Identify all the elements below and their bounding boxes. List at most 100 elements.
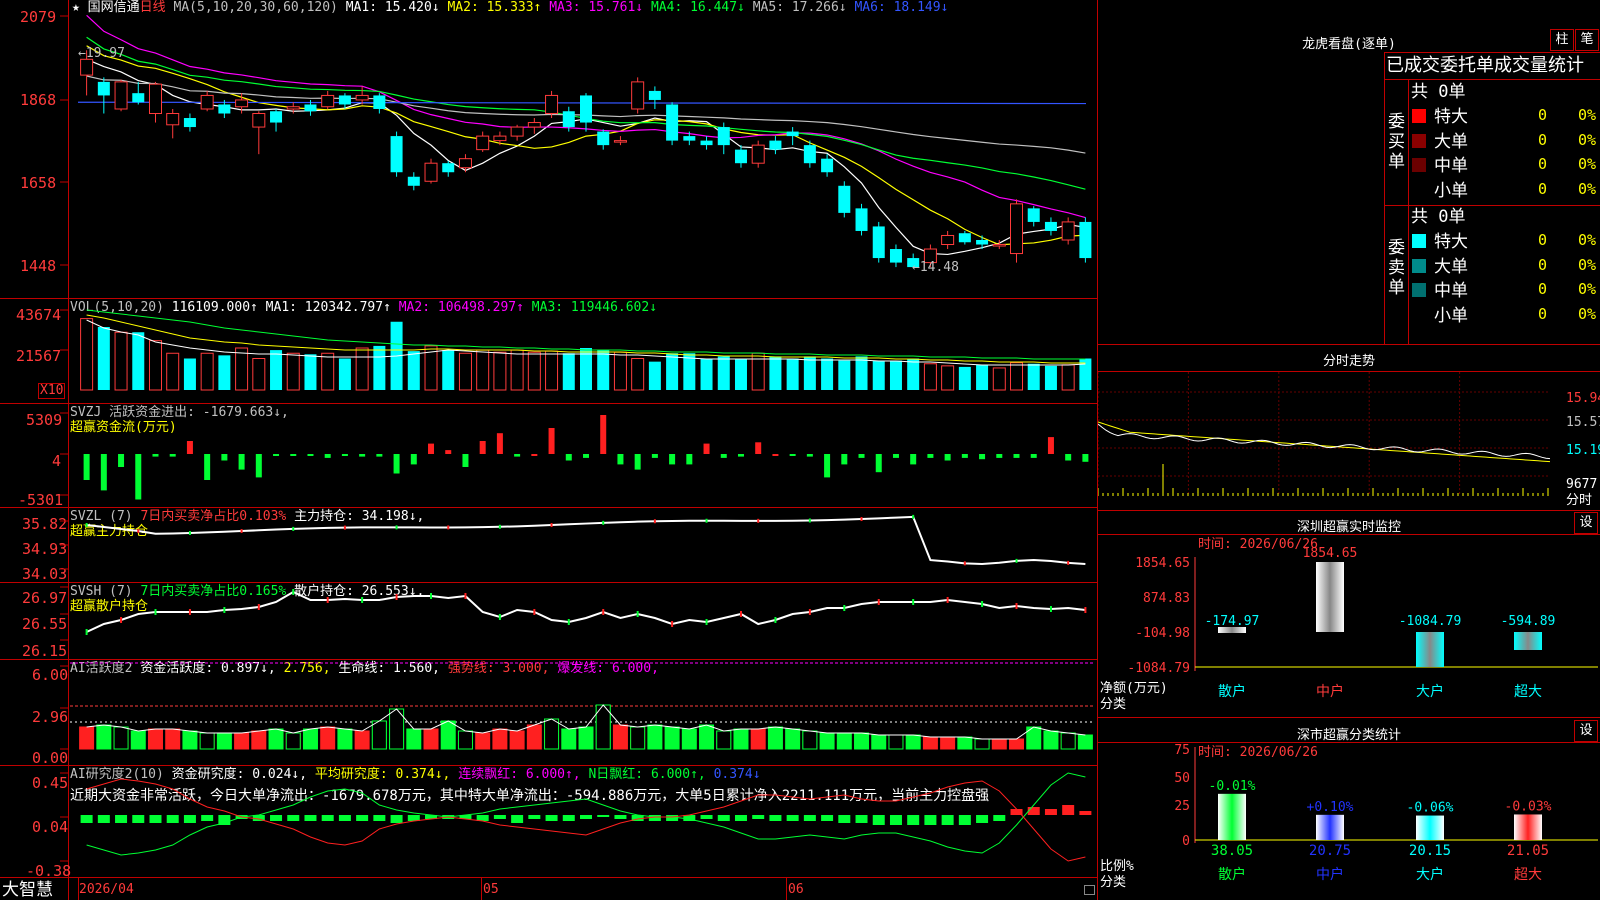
volume-bar <box>200 352 214 391</box>
volume-bar <box>338 358 351 390</box>
fund-flow-bar <box>204 454 211 480</box>
fund-flow-bar <box>514 454 521 457</box>
monitor-bar-rect <box>1514 632 1542 650</box>
candle-body <box>751 144 765 164</box>
candle <box>286 102 300 114</box>
candle-body <box>648 90 661 100</box>
volume-bar <box>442 350 455 390</box>
candle <box>97 77 110 114</box>
candle-body <box>458 158 472 169</box>
bar-view-button[interactable]: 柱 <box>1550 29 1574 51</box>
candle <box>821 154 834 177</box>
ai-research-chart[interactable] <box>0 765 1098 877</box>
volume-bar <box>1061 364 1075 391</box>
candle <box>373 93 386 114</box>
monitor-xlabel: 分类 <box>1100 697 1127 712</box>
main-holding-line <box>86 515 1086 565</box>
order-type: 小单 <box>1434 180 1468 201</box>
candle <box>510 124 524 141</box>
main-chart-area[interactable]: ★ 国网信通日线 MA(5,10,20,30,60,120) MA1: 15.4… <box>0 0 1098 900</box>
classify-chart[interactable]: 75 50 25 0 -0.01% 38.05 散户 +0.10% 20.75 中户 -0.06% 2… <box>1098 743 1600 900</box>
holding-marker <box>1084 607 1087 613</box>
monitor-axis-label: -1084.79 <box>1127 661 1190 676</box>
classify-category: 大户 <box>1416 866 1444 883</box>
monitor-chart[interactable]: 1854.65 874.83 -104.98 -1084.79 -174.97 散户 185… <box>1098 535 1600 715</box>
holding-marker <box>705 518 708 523</box>
activity-bar <box>578 726 594 750</box>
sell-side-label: 委卖单 <box>1388 238 1405 298</box>
classify-ylabel: 比例% <box>1100 859 1134 874</box>
volume-bar <box>373 345 386 390</box>
activity-bar <box>664 726 680 750</box>
volume-chart[interactable] <box>0 298 1098 403</box>
fund-flow-bar <box>1082 454 1089 462</box>
fund-flow-bar <box>565 454 572 461</box>
candle-body <box>1061 221 1075 241</box>
svsh-chart[interactable] <box>0 582 1098 659</box>
order-pct: 0% <box>1578 231 1597 249</box>
volume-bar <box>476 349 490 391</box>
volume-bar <box>821 358 834 390</box>
candle <box>458 154 472 173</box>
candle-body <box>252 113 266 128</box>
candle-body <box>510 126 524 137</box>
volume-bar <box>252 358 266 391</box>
monitor-settings-button[interactable]: 设 <box>1574 512 1598 534</box>
candle <box>1010 199 1024 263</box>
candle <box>407 172 420 191</box>
research-bar <box>528 815 541 819</box>
volume-bar <box>527 351 541 391</box>
research-bar <box>907 815 920 825</box>
date-month-06: 06 <box>788 882 804 897</box>
holding-marker <box>808 609 811 615</box>
fund-flow-bar <box>273 454 280 456</box>
detail-view-button[interactable]: 笔 <box>1575 29 1599 51</box>
svzl-chart[interactable] <box>0 507 1098 582</box>
order-row: 中单 0 0% <box>1410 279 1600 301</box>
holding-marker <box>739 611 742 617</box>
candle <box>580 93 592 132</box>
fund-flow-bar <box>307 454 314 456</box>
research-line <box>86 772 1086 856</box>
candle-body <box>338 95 351 105</box>
holding-marker <box>292 526 295 531</box>
holding-marker <box>188 530 191 535</box>
candle <box>321 90 335 109</box>
ma-line <box>86 58 1086 256</box>
activity-bar <box>251 730 267 750</box>
fund-flow-bar <box>169 454 176 457</box>
activity-bar <box>1077 734 1093 750</box>
candle-body <box>235 99 249 108</box>
candlestick-chart[interactable] <box>0 0 1098 298</box>
volume-bar <box>562 353 575 390</box>
activity-bar <box>526 724 542 750</box>
svzj-chart[interactable] <box>0 403 1098 507</box>
activity-bar <box>544 718 560 750</box>
candle-body <box>373 95 386 109</box>
activity-bar <box>871 734 887 750</box>
brand-logo[interactable]: 大智慧 <box>2 881 53 899</box>
classify-settings-button[interactable]: 设 <box>1574 720 1598 742</box>
candle-body <box>355 94 369 101</box>
lock-icon[interactable] <box>1084 885 1095 895</box>
candle <box>648 86 661 109</box>
candle-body <box>821 158 834 173</box>
activity-bar <box>785 728 801 750</box>
volume-bar <box>992 367 1006 391</box>
candle <box>355 86 369 105</box>
ai-active-chart[interactable] <box>0 659 1098 765</box>
intraday-chart[interactable] <box>1098 372 1600 508</box>
classify-bar-change: -0.06% <box>1407 801 1454 816</box>
candle-body <box>666 104 679 141</box>
order-row: 大单 0 0% <box>1410 255 1600 277</box>
activity-bar <box>130 730 146 750</box>
volume-bar <box>407 351 420 390</box>
activity-bar <box>406 728 422 750</box>
holding-marker <box>946 597 949 603</box>
research-bar <box>545 815 558 821</box>
holding-marker <box>498 524 501 529</box>
volume-bar <box>907 358 920 390</box>
holding-marker <box>808 518 811 523</box>
monitor-category: 大户 <box>1416 683 1444 700</box>
right-sidebar: 龙虎看盘(逐单) 柱 笔 已成交委托单成交量统计 委买单 委卖单 共 0单 共 … <box>1098 0 1600 900</box>
